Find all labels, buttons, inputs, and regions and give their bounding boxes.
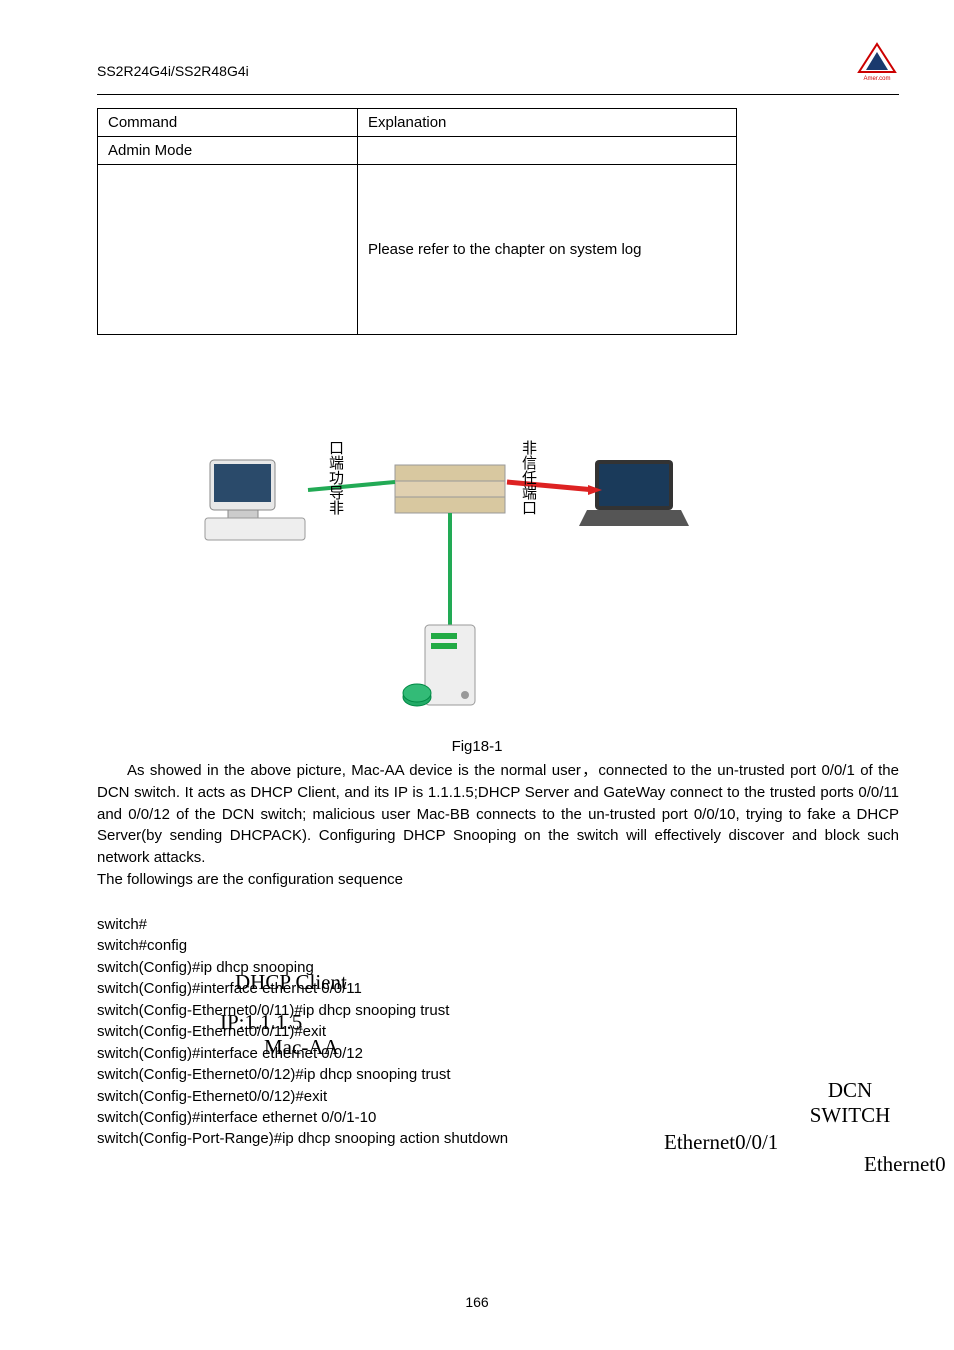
topology-diagram: 口端功导非 非信任端口: [200, 440, 720, 720]
overlay-eth1: Ethernet0/0/1: [664, 1130, 778, 1155]
cfg-line: switch(Config)#interface ethernet 0/0/1-…: [97, 1107, 508, 1128]
cell-syslog: Please refer to the chapter on system lo…: [358, 165, 737, 335]
overlay-eth0: Ethernet0: [864, 1152, 946, 1177]
overlay-dhcp-client: DHCP Client: [235, 970, 347, 995]
config-block: switch# switch#config switch(Config)#ip …: [97, 914, 508, 1150]
cfg-line: switch#: [97, 914, 508, 935]
para-text-1: As showed in the above picture, Mac-AA d…: [97, 760, 899, 869]
th-command: Command: [98, 109, 358, 137]
description-paragraph: As showed in the above picture, Mac-AA d…: [97, 760, 899, 891]
figure-caption: Fig18-1: [0, 738, 954, 755]
cfg-line: switch#config: [97, 935, 508, 956]
page-header: SS2R24G4i/SS2R48G4i Amer.com: [97, 52, 899, 95]
cell-empty: [358, 137, 737, 165]
cfg-line: switch(Config-Ethernet0/0/11)#ip dhcp sn…: [97, 1000, 508, 1021]
cfg-line: switch(Config-Ethernet0/0/12)#ip dhcp sn…: [97, 1064, 508, 1085]
cfg-line: switch(Config-Ethernet0/0/12)#exit: [97, 1086, 508, 1107]
amer-logo: Amer.com: [855, 52, 899, 90]
overlay-switch: SWITCH: [810, 1103, 891, 1127]
overlay-mac: Mac-AA: [264, 1035, 339, 1060]
para-text-2: The followings are the configuration seq…: [97, 871, 403, 888]
overlay-dcn-switch: DCN SWITCH: [790, 1078, 910, 1128]
label-untrusted-left: 口端功导非: [325, 440, 346, 515]
overlay-dcn: DCN: [828, 1078, 872, 1102]
command-table: Command Explanation Admin Mode Please re…: [97, 108, 737, 335]
model-label: SS2R24G4i/SS2R48G4i: [97, 63, 249, 79]
th-explanation: Explanation: [358, 109, 737, 137]
svg-text:Amer.com: Amer.com: [863, 76, 890, 82]
cell-admin-mode: Admin Mode: [98, 137, 358, 165]
cell-left-empty: [98, 165, 358, 335]
label-untrusted-right: 非信任端口: [518, 440, 539, 515]
overlay-ip: IP:1.1.1.5: [220, 1010, 302, 1035]
page-number: 166: [0, 1294, 954, 1310]
cfg-line: switch(Config-Port-Range)#ip dhcp snoopi…: [97, 1128, 508, 1149]
